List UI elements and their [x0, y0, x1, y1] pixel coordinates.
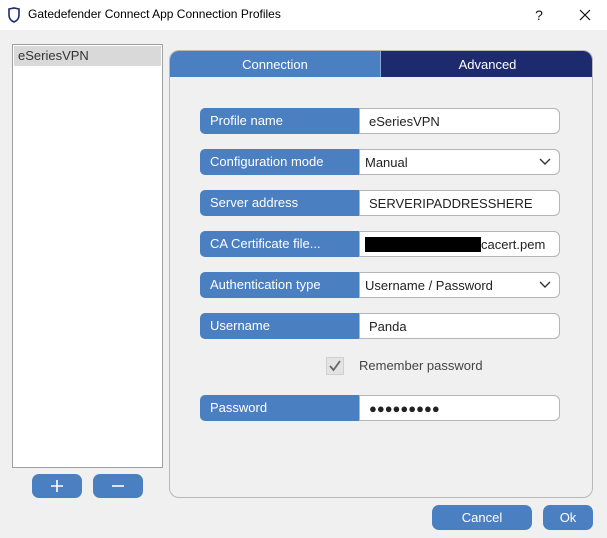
window-title: Gatedefender Connect App Connection Prof…	[28, 7, 281, 21]
authentication-type-select[interactable]: Username / Password	[359, 272, 560, 298]
configuration-mode-row: Configuration mode Manual	[200, 149, 560, 175]
username-row: Username Panda	[200, 313, 560, 339]
ok-button[interactable]: Ok	[543, 505, 593, 530]
shield-app-icon	[8, 7, 20, 23]
chevron-down-icon	[539, 281, 551, 288]
server-address-label: Server address	[200, 190, 360, 216]
close-button[interactable]	[568, 0, 602, 30]
remember-password-label: Remember password	[359, 358, 483, 373]
authentication-type-label: Authentication type	[200, 272, 360, 298]
server-address-row: Server address SERVERIPADDRESSHERE	[200, 190, 560, 216]
profile-name-row: Profile name eSeriesVPN	[200, 108, 560, 134]
minus-icon	[112, 485, 124, 487]
remember-password-checkbox[interactable]	[326, 357, 344, 375]
redacted-path	[365, 237, 481, 252]
password-label: Password	[200, 395, 360, 421]
plus-icon	[51, 480, 63, 492]
chevron-down-icon	[539, 158, 551, 165]
cancel-button[interactable]: Cancel	[432, 505, 532, 530]
ca-certificate-filename: cacert.pem	[481, 237, 546, 252]
password-row: Password ●●●●●●●●●	[200, 395, 560, 421]
remove-profile-button[interactable]	[93, 474, 143, 498]
username-input[interactable]: Panda	[359, 313, 560, 339]
password-input[interactable]: ●●●●●●●●●	[359, 395, 560, 421]
tab-connection[interactable]: Connection	[170, 51, 381, 77]
profile-name-input[interactable]: eSeriesVPN	[359, 108, 560, 134]
help-button[interactable]: ?	[522, 0, 556, 30]
checkmark-icon	[329, 360, 341, 372]
profile-list[interactable]: eSeriesVPN	[12, 44, 163, 468]
connection-profiles-window: Gatedefender Connect App Connection Prof…	[0, 0, 607, 538]
title-bar: Gatedefender Connect App Connection Prof…	[0, 0, 607, 30]
configuration-mode-select[interactable]: Manual	[359, 149, 560, 175]
profile-list-item[interactable]: eSeriesVPN	[14, 46, 161, 66]
configuration-mode-value: Manual	[365, 155, 408, 170]
tab-advanced[interactable]: Advanced	[381, 51, 592, 77]
authentication-type-value: Username / Password	[365, 278, 493, 293]
remember-password-option[interactable]: Remember password	[326, 356, 506, 376]
authentication-type-row: Authentication type Username / Password	[200, 272, 560, 298]
profile-name-label: Profile name	[200, 108, 360, 134]
close-icon	[579, 9, 591, 21]
add-profile-button[interactable]	[32, 474, 82, 498]
configuration-mode-label: Configuration mode	[200, 149, 360, 175]
username-label: Username	[200, 313, 360, 339]
ca-certificate-row: CA Certificate file... cacert.pem	[200, 231, 560, 257]
ca-certificate-button[interactable]: CA Certificate file...	[200, 231, 360, 257]
ca-certificate-input[interactable]: cacert.pem	[359, 231, 560, 257]
server-address-input[interactable]: SERVERIPADDRESSHERE	[359, 190, 560, 216]
